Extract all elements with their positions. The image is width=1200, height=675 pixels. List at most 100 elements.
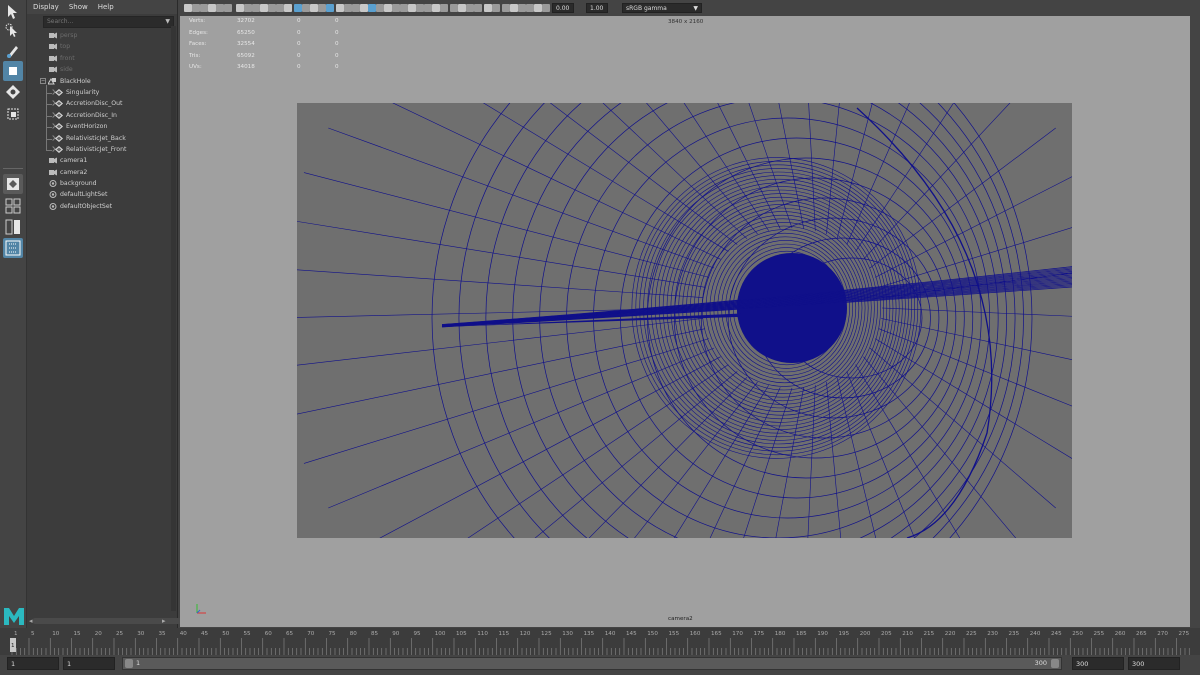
field-chart-icon[interactable] [268,4,276,12]
set-icon [49,202,57,210]
gate-mask-icon[interactable] [260,4,268,12]
frame-tick-label: 195 [838,631,850,637]
frame-tick-label: 100 [434,631,446,637]
outliner-item-background[interactable]: background [27,178,177,189]
grease-pencil-icon[interactable] [224,4,232,12]
outliner-item-blackhole[interactable]: − BlackHole [27,76,177,87]
side-by-side-layout-icon[interactable] [3,217,23,237]
viewport-3d[interactable]: Verts: 32702 0 0 Edges: 65250 0 0 Faces: 32554 0 0 T… [180,16,1190,627]
exposure-field[interactable]: 0.00 [552,3,574,13]
range-start-handle[interactable] [125,659,133,668]
frame-tick-label: 200 [859,631,871,637]
gamma-field[interactable]: 1.00 [586,3,608,13]
image-plane-icon[interactable] [208,4,216,12]
shadows-icon[interactable] [336,4,344,12]
resolution-gate-icon[interactable] [502,4,510,12]
isolate-select-icon[interactable] [376,4,384,12]
animation-end-field[interactable]: 300 [1128,657,1180,670]
poly-count-hud: Verts: 32702 0 0 Edges: 65250 0 0 Faces: 32554 0 0 T… [189,16,339,74]
menu-help[interactable]: Help [98,0,114,14]
lights-icon[interactable] [326,4,334,12]
time-slider[interactable]: 1 5 10 15 20 25 30 35 40 45 50 55 60 65 70 75 80 85 90 95 10… [0,628,1200,655]
rotate-tool-icon[interactable] [3,82,23,102]
grease-pencil-icon[interactable] [474,4,482,12]
image-plane-icon[interactable] [458,4,466,12]
select-tool-icon[interactable] [3,2,23,22]
outliner-item-eventhorizon[interactable]: EventHorizon [27,121,177,132]
default-material-icon[interactable] [310,4,318,12]
camera-attr-icon[interactable] [440,4,448,12]
range-bar[interactable]: 1 300 [122,657,1062,670]
xray-joints-icon[interactable] [392,4,400,12]
frame-tick-label: 125 [541,631,552,637]
paint-select-tool-icon[interactable] [3,41,23,61]
outliner-item-singularity[interactable]: Singularity [27,87,177,98]
wireframe-icon[interactable] [542,4,550,12]
outliner-item-top[interactable]: top [27,41,177,52]
animation-start-field[interactable]: 1 [7,657,59,670]
2d-pan-icon[interactable] [216,4,224,12]
camera-attr-icon[interactable] [192,4,200,12]
outliner-item-relativisticjet-back[interactable]: RelativisticJet_Back [27,133,177,144]
wireframe-icon[interactable] [294,4,302,12]
scale-tool-icon[interactable] [3,104,23,124]
outliner-item-persp[interactable]: persp [27,30,177,41]
textured-icon[interactable] [318,4,326,12]
dof-icon[interactable] [368,4,376,12]
film-gate-icon[interactable] [244,4,252,12]
outliner-item-defaultobjectset[interactable]: defaultObjectSet [27,201,177,212]
outliner-horizontal-scrollbar[interactable] [33,618,193,624]
outliner-item-relativisticjet-front[interactable]: RelativisticJet_Front [27,144,177,155]
xray-icon[interactable] [384,4,392,12]
xray-components-icon[interactable] [400,4,408,12]
motion-blur-icon[interactable] [352,4,360,12]
outliner-item-defaultlightset[interactable]: defaultLightSet [27,189,177,200]
grid-icon[interactable] [236,4,244,12]
outliner-item-side[interactable]: side [27,64,177,75]
safe-action-icon[interactable] [526,4,534,12]
move-tool-icon[interactable] [3,61,23,81]
collapse-toggle-icon[interactable]: − [40,77,46,84]
outliner-item-accretiondisc-out[interactable]: AccretionDisc_Out [27,98,177,109]
scroll-left-arrow-icon[interactable]: ◂ [29,617,33,625]
outliner-item-camera1[interactable]: camera1 [27,155,177,166]
single-pane-layout-icon[interactable] [3,174,23,194]
playback-start-field[interactable]: 1 [63,657,115,670]
field-chart-icon[interactable] [518,4,526,12]
outliner-item-accretiondisc-in[interactable]: AccretionDisc_In [27,110,177,121]
resolution-gate-icon[interactable] [252,4,260,12]
outliner-item-camera2[interactable]: camera2 [27,167,177,178]
outliner-item-front[interactable]: front [27,53,177,64]
playback-end-field[interactable]: 300 [1072,657,1124,670]
bookmark-icon[interactable] [200,4,208,12]
bookmark-icon[interactable] [450,4,458,12]
lasso-tool-icon[interactable] [3,21,23,41]
range-end-handle[interactable] [1051,659,1059,668]
scroll-right-arrow-icon[interactable]: ▸ [162,617,166,625]
color-space-dropdown[interactable]: sRGB gamma ▼ [622,3,702,13]
outliner-vertical-scrollbar[interactable] [171,26,176,611]
menu-display[interactable]: Display [33,0,59,14]
2d-pan-icon[interactable] [466,4,474,12]
anti-alias-icon[interactable] [360,4,368,12]
four-pane-layout-icon[interactable] [3,196,23,216]
safe-title-icon[interactable] [284,4,292,12]
gamma-icon[interactable] [416,4,424,12]
safe-title-icon[interactable] [534,4,542,12]
menu-show[interactable]: Show [69,0,88,14]
tunnel-radial-line [807,385,816,538]
film-gate-icon[interactable] [492,4,500,12]
outliner-layout-icon[interactable] [3,238,23,258]
search-options-chevron-down-icon[interactable]: ▼ [165,17,170,27]
ambient-occlusion-icon[interactable] [344,4,352,12]
camera-select-icon[interactable] [432,4,440,12]
camera-select-icon[interactable] [184,4,192,12]
exposure-icon[interactable] [408,4,416,12]
hud-row-edges: Edges: 65250 0 0 [189,28,339,40]
outliner-search-input[interactable]: Search... ▼ [43,16,174,28]
color-management-icon[interactable] [424,4,432,12]
gate-mask-icon[interactable] [510,4,518,12]
smooth-shade-icon[interactable] [302,4,310,12]
grid-icon[interactable] [484,4,492,12]
safe-action-icon[interactable] [276,4,284,12]
